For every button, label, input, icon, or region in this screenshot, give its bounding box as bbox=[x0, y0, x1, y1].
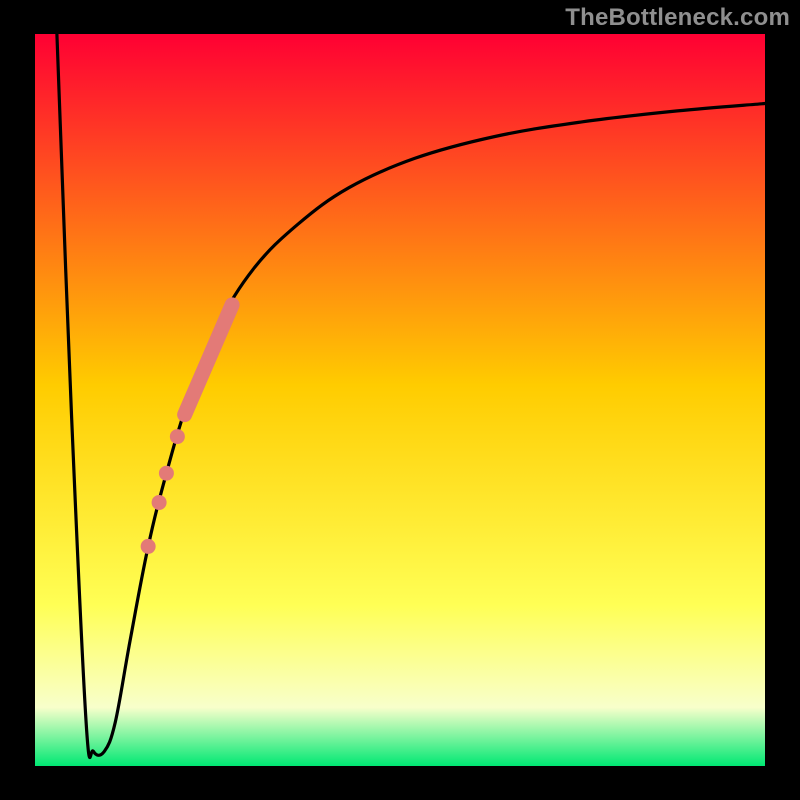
watermark-text: TheBottleneck.com bbox=[565, 4, 790, 32]
marker-dot bbox=[141, 539, 156, 554]
marker-dot bbox=[159, 466, 174, 481]
marker-dot bbox=[152, 495, 167, 510]
chart-frame: { "watermark": "TheBottleneck.com", "col… bbox=[0, 0, 800, 800]
plot-background bbox=[35, 34, 765, 766]
marker-dot bbox=[170, 429, 185, 444]
chart-svg bbox=[0, 0, 800, 800]
